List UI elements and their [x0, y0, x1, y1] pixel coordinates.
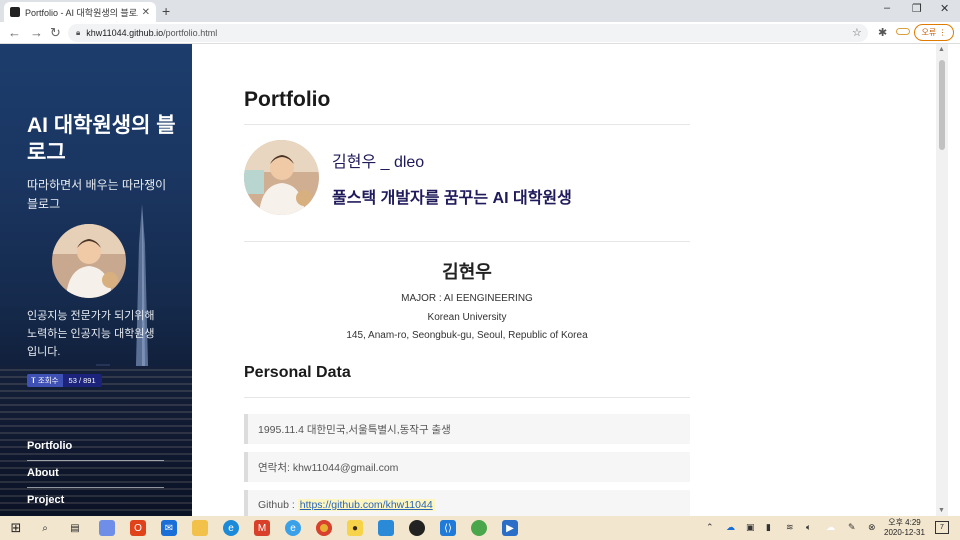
avatar	[52, 224, 126, 298]
battery-icon[interactable]: ▮	[766, 522, 771, 533]
divider	[244, 124, 690, 125]
hits-counter-badge: 𝐓 조회수 53 / 891	[27, 374, 102, 387]
internet-explorer-icon[interactable]: e	[285, 520, 301, 536]
app-green-icon[interactable]	[471, 520, 487, 536]
hits-icon: 𝐓	[31, 375, 36, 385]
page-scrollbar[interactable]: ▲ ▼	[936, 44, 948, 516]
divider	[244, 241, 690, 242]
clock-time: 오후 4:29	[888, 518, 921, 527]
close-circle-icon[interactable]: ⊗	[868, 522, 876, 533]
page-title: Portfolio	[244, 88, 331, 111]
profile-tagline: 풀스택 개발자를 꿈꾸는 AI 대학원생	[332, 190, 572, 207]
search-icon[interactable]: ⌕	[37, 520, 53, 536]
kakaotalk-icon[interactable]: ●	[347, 520, 363, 536]
section-title-personal-data: Personal Data	[244, 364, 351, 381]
media-player-icon[interactable]: ▶	[502, 520, 518, 536]
profile-name: 김현우 _ dleo	[332, 154, 425, 171]
tray-chevron-icon[interactable]: ⌃	[706, 522, 714, 533]
cloud-icon[interactable]: ☁	[826, 522, 835, 533]
error-button-label: 오류	[921, 28, 937, 37]
forward-icon[interactable]: →	[30, 25, 43, 40]
full-name: 김현우	[442, 262, 492, 282]
personal-data-contact: 연락처: khw11044@gmail.com	[244, 452, 690, 482]
windows-start-icon[interactable]: ⊞	[8, 520, 24, 536]
personal-data-github: Github : https://github.com/khw11044	[244, 490, 690, 516]
personal-data-birth: 1995.11.4 대한민국,서울특별시,동작구 출생	[244, 414, 690, 444]
vscode-icon[interactable]: ⟨⟩	[440, 520, 456, 536]
app-icon[interactable]	[99, 520, 115, 536]
url-host: khw11044.github.io	[86, 28, 164, 38]
sidebar-item-project[interactable]: Project	[27, 488, 164, 515]
url-field[interactable]: 🔒︎ khw11044.github.io/portfolio.html	[68, 24, 868, 42]
hits-value: 53 / 891	[62, 374, 102, 387]
edge-icon[interactable]: e	[223, 520, 239, 536]
bookmark-star-icon[interactable]: ☆	[852, 26, 862, 39]
error-profile-button[interactable]: 오류 ⋮	[914, 24, 954, 41]
mail-icon[interactable]: ✉	[161, 520, 177, 536]
browser-tab-bar: Portfolio - AI 대학원생의 블로그 ✕ + – ❐ ✕	[0, 0, 960, 22]
sidebar-intro: 인공지능 전문가가 되기위해 노력하는 인공지능 대학원생 입니다.	[27, 310, 155, 358]
reload-icon[interactable]: ↻	[50, 25, 61, 41]
windows-taskbar: ⊞ ⌕ ▤ O ✉ e M e ● ⟨⟩ ▶ ⌃ ☁ ▣ ▮ ≋ 🔈︎ ☁ ✎ …	[0, 516, 960, 540]
pen-icon[interactable]: ✎	[848, 522, 856, 533]
tab-close-icon[interactable]: ✕	[142, 7, 150, 18]
volume-icon[interactable]: 🔈︎	[806, 522, 811, 533]
sidebar-nav: Portfolio About Project	[27, 434, 164, 515]
university: Korean University	[427, 311, 507, 323]
tray-app-icon[interactable]: ▣	[746, 522, 755, 533]
close-window-button[interactable]: ✕	[940, 2, 949, 15]
birth-text: 1995.11.4 대한민국,서울특별시,동작구 출생	[258, 423, 451, 436]
tab-title: Portfolio - AI 대학원생의 블로그	[25, 7, 138, 18]
profile-avatar	[244, 140, 319, 215]
sidebar-item-about[interactable]: About	[27, 461, 164, 488]
divider	[244, 397, 690, 398]
wifi-icon[interactable]: ≋	[786, 522, 794, 533]
system-clock[interactable]: 오후 4:29 2020-12-31	[884, 518, 925, 538]
new-tab-button[interactable]: +	[162, 3, 170, 19]
scroll-thumb[interactable]	[939, 60, 945, 150]
address: 145, Anam-ro, Seongbuk-gu, Seoul, Republ…	[346, 330, 588, 341]
address-bar-row: ← → ↻ 🔒︎ khw11044.github.io/portfolio.ht…	[0, 22, 960, 44]
contact-text: 연락처: khw11044@gmail.com	[258, 461, 399, 474]
scroll-down-icon[interactable]: ▼	[938, 507, 945, 514]
site-favicon-icon	[10, 7, 20, 17]
hits-label: 조회수	[37, 376, 59, 385]
extension-icon[interactable]	[896, 28, 910, 35]
onedrive-icon[interactable]: ☁	[726, 522, 735, 533]
site-title[interactable]: AI 대학원생의 블로그	[27, 112, 177, 166]
minimize-button[interactable]: –	[884, 2, 890, 14]
github-label: Github :	[258, 499, 295, 511]
url-path: /portfolio.html	[163, 28, 218, 38]
restore-button[interactable]: ❐	[912, 2, 922, 15]
browser-tab[interactable]: Portfolio - AI 대학원생의 블로그 ✕	[4, 2, 156, 22]
sidebar: AI 대학원생의 블로그 따라하면서 배우는 따라쟁이 블로그 인공지능 전문가…	[0, 44, 192, 516]
github-desktop-icon[interactable]	[409, 520, 425, 536]
task-view-icon[interactable]: ▤	[67, 520, 83, 536]
clock-date: 2020-12-31	[884, 528, 925, 537]
github-link[interactable]: https://github.com/khw11044	[297, 499, 435, 511]
scroll-up-icon[interactable]: ▲	[938, 46, 945, 53]
office-icon[interactable]: O	[130, 520, 146, 536]
photos-icon[interactable]	[378, 520, 394, 536]
mcafee-icon[interactable]: M	[254, 520, 270, 536]
back-icon[interactable]: ←	[8, 25, 21, 40]
site-description: 따라하면서 배우는 따라쟁이 블로그	[27, 178, 167, 211]
extensions-puzzle-icon[interactable]: ✱	[878, 26, 887, 39]
lock-icon: 🔒︎	[76, 28, 81, 37]
chrome-icon[interactable]	[316, 520, 332, 536]
file-explorer-icon[interactable]	[192, 520, 208, 536]
major: MAJOR : AI EENGINEERING	[401, 293, 533, 304]
main-content: Portfolio 김현우 _ dleo 풀스택 개발자를 꿈꾸는 AI 대학원…	[192, 44, 948, 516]
notification-center-icon[interactable]: 7	[935, 521, 949, 534]
sidebar-item-portfolio[interactable]: Portfolio	[27, 434, 164, 461]
contact-block: 김현우 MAJOR : AI EENGINEERING Korean Unive…	[244, 258, 690, 346]
